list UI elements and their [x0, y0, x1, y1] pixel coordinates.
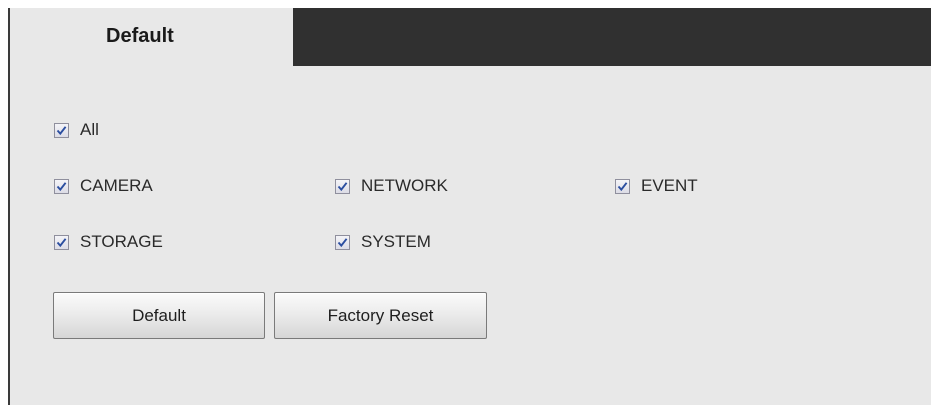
checkmark-icon — [56, 125, 67, 135]
option-camera[interactable]: CAMERA — [54, 175, 153, 197]
tab-default-label: Default — [106, 25, 174, 47]
event-label: EVENT — [641, 176, 698, 195]
storage-checkbox[interactable] — [54, 234, 69, 250]
system-label: SYSTEM — [361, 232, 431, 251]
option-storage[interactable]: STORAGE — [54, 231, 163, 253]
camera-checkbox[interactable] — [54, 178, 69, 194]
option-network[interactable]: NETWORK — [335, 175, 448, 197]
option-all[interactable]: All — [54, 119, 99, 141]
system-checkbox[interactable] — [335, 234, 350, 250]
event-checkbox[interactable] — [615, 178, 630, 194]
settings-panel: Default All CAMERA NETWORK EVENT STORAGE… — [8, 8, 931, 405]
checkmark-icon — [337, 181, 348, 191]
checkmark-icon — [56, 237, 67, 247]
storage-label: STORAGE — [80, 232, 163, 251]
factory-reset-button[interactable]: Factory Reset — [274, 292, 487, 339]
all-label: All — [80, 120, 99, 139]
camera-label: CAMERA — [80, 176, 153, 195]
checkmark-icon — [617, 181, 628, 191]
network-checkbox[interactable] — [335, 178, 350, 194]
tab-default[interactable]: Default — [10, 8, 293, 66]
checkmark-icon — [56, 181, 67, 191]
default-button[interactable]: Default — [53, 292, 265, 339]
checkmark-icon — [337, 237, 348, 247]
all-checkbox[interactable] — [54, 122, 69, 138]
option-event[interactable]: EVENT — [615, 175, 698, 197]
network-label: NETWORK — [361, 176, 448, 195]
option-system[interactable]: SYSTEM — [335, 231, 431, 253]
